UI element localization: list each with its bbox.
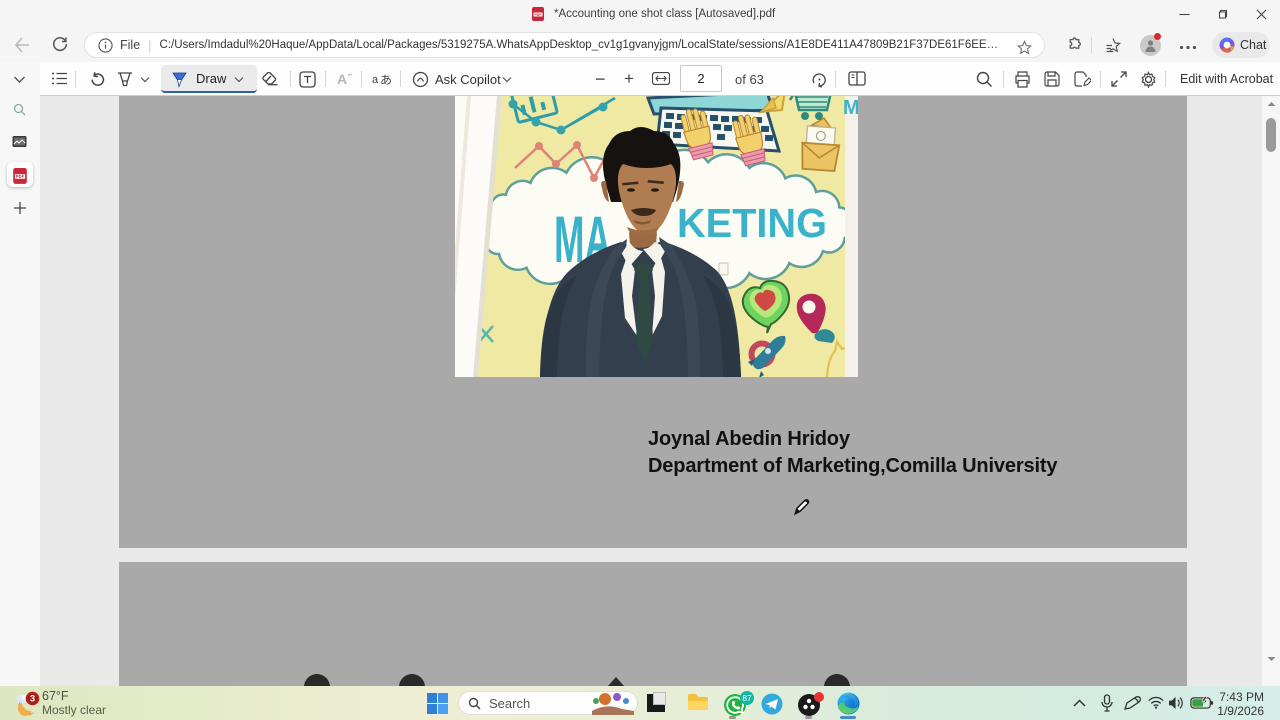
svg-text:PDF: PDF: [534, 13, 542, 17]
svg-text:3: 3: [30, 694, 35, 705]
svg-text:A: A: [337, 71, 347, 87]
svg-text:KETING: KETING: [677, 200, 827, 246]
svg-text:PDF: PDF: [16, 174, 25, 179]
svg-text:あ: あ: [380, 73, 392, 86]
svg-text:a: a: [372, 74, 379, 86]
svg-text:87: 87: [742, 693, 752, 703]
svg-text:M: M: [843, 97, 858, 119]
